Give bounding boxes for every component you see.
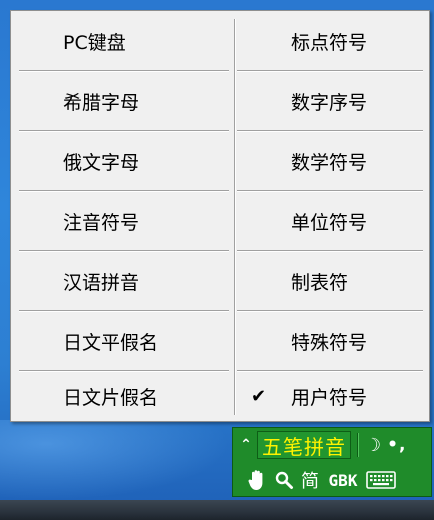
menu-item-pinyin[interactable]: 汉语拼音 [11, 251, 221, 311]
soft-keyboard-icon[interactable] [363, 470, 399, 490]
menu-item-punctuation[interactable]: 标点符号 [221, 11, 431, 71]
punctuation-toggle-icon[interactable]: •, [387, 435, 406, 455]
menu-item-label: 日文平假名 [63, 331, 159, 354]
menu-item-label: 注音符号 [63, 211, 140, 234]
menu-item-russian[interactable]: 俄文字母 [11, 131, 221, 191]
desktop-glow [0, 420, 230, 500]
menu-item-zhuyin[interactable]: 注音符号 [11, 191, 221, 251]
menu-item-label: 制表符 [291, 271, 349, 294]
menu-column-right: 标点符号 数字序号 数学符号 单位符号 制表符 特殊符号 ✔ 用户符号 [221, 11, 431, 421]
menu-item-unit-symbols[interactable]: 单位符号 [221, 191, 431, 251]
ime-top-row: ⌃ 五笔拼音 ☽ •, [233, 428, 431, 462]
menu-column-left: PC键盘 希腊字母 俄文字母 注音符号 汉语拼音 日文平假名 日文片假名 [11, 11, 229, 421]
menu-item-katakana[interactable]: 日文片假名 [11, 366, 221, 426]
search-icon[interactable] [271, 470, 297, 490]
ime-bottom-row: 简 GBK [233, 464, 431, 496]
menu-item-label: 用户符号 [291, 386, 368, 409]
menu-item-label: 汉语拼音 [63, 271, 140, 294]
hand-icon[interactable] [243, 469, 271, 491]
menu-item-hiragana[interactable]: 日文平假名 [11, 311, 221, 371]
menu-item-label: 希腊字母 [63, 91, 140, 114]
menu-item-label: 数学符号 [291, 151, 368, 174]
charset-toggle[interactable]: GBK [323, 471, 363, 490]
half-width-moon-icon[interactable]: ☽ [365, 435, 381, 456]
taskbar [0, 500, 434, 520]
toolbar-divider [357, 433, 359, 457]
menu-item-box-drawing[interactable]: 制表符 [221, 251, 431, 311]
menu-item-label: 数字序号 [291, 91, 368, 114]
expand-icon[interactable]: ⌃ [235, 437, 257, 453]
checkmark-icon: ✔ [251, 385, 267, 407]
simplified-chinese-toggle[interactable]: 简 [297, 467, 323, 493]
menu-item-math-symbols[interactable]: 数学符号 [221, 131, 431, 191]
menu-item-label: 特殊符号 [291, 331, 368, 354]
ime-status-bar: ⌃ 五笔拼音 ☽ •, 简 GBK [232, 427, 432, 497]
menu-item-special-symbols[interactable]: 特殊符号 [221, 311, 431, 371]
menu-item-label: 单位符号 [291, 211, 368, 234]
input-mode-button[interactable]: 五笔拼音 [257, 431, 351, 459]
symbol-keyboard-menu: PC键盘 希腊字母 俄文字母 注音符号 汉语拼音 日文平假名 日文片假名 标点符… [10, 10, 430, 422]
menu-item-pc-keyboard[interactable]: PC键盘 [11, 11, 221, 71]
menu-item-greek[interactable]: 希腊字母 [11, 71, 221, 131]
menu-item-number-sequence[interactable]: 数字序号 [221, 71, 431, 131]
menu-item-user-symbols[interactable]: ✔ 用户符号 [221, 366, 431, 426]
menu-item-label: 日文片假名 [63, 386, 159, 409]
menu-item-label: 标点符号 [291, 31, 368, 54]
menu-item-label: 俄文字母 [63, 151, 140, 174]
menu-item-label: PC键盘 [63, 31, 126, 54]
